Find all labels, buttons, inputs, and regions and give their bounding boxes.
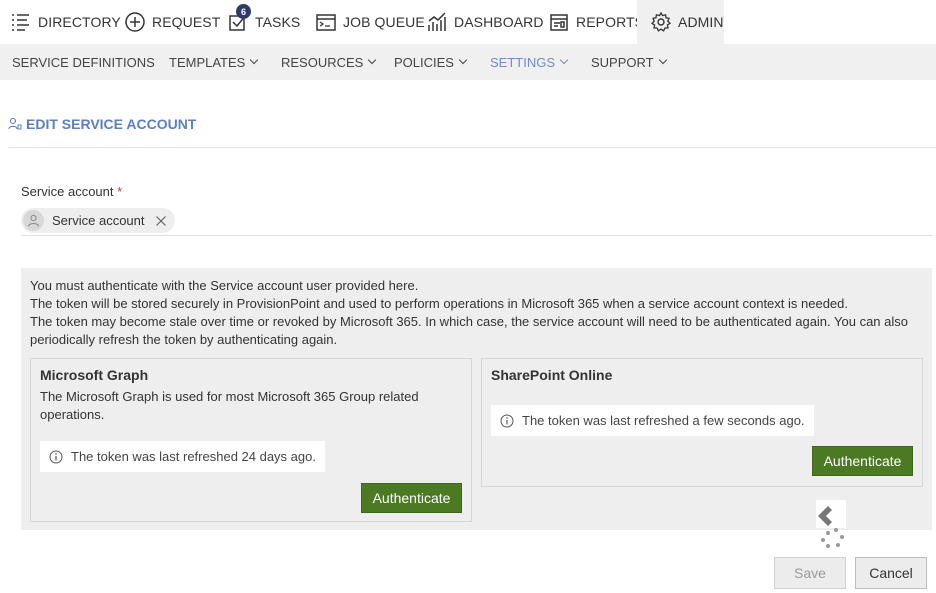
- sharepoint-online-card: SharePoint Online The token was last ref…: [481, 358, 923, 487]
- microsoft-graph-description: The Microsoft Graph is used for most Mic…: [40, 389, 419, 422]
- title-divider: [8, 147, 936, 148]
- microsoft-graph-token-text: The token was last refreshed 24 days ago…: [71, 449, 316, 464]
- plus-circle-icon: [125, 12, 145, 32]
- tasks-count-badge: 6: [236, 4, 251, 19]
- sharepoint-online-token-status: The token was last refreshed a few secon…: [491, 405, 814, 436]
- authentication-instructions: You must authenticate with the Service a…: [30, 277, 930, 349]
- subnav-resources[interactable]: RESOURCES: [281, 44, 377, 80]
- subnav-templates-label: TEMPLATES: [169, 54, 246, 70]
- nav-directory[interactable]: DIRECTORY: [10, 0, 121, 44]
- microsoft-graph-card: Microsoft Graph The Microsoft Graph is u…: [30, 358, 472, 522]
- subnav-support-label: SUPPORT: [591, 54, 654, 70]
- service-account-label: Service account *: [21, 184, 122, 199]
- user-key-icon: [8, 117, 22, 130]
- loading-spinner-icon: [816, 500, 846, 548]
- person-icon: [28, 214, 39, 227]
- sharepoint-online-authenticate-button[interactable]: Authenticate: [812, 446, 913, 476]
- nav-reports[interactable]: REPORTS: [548, 0, 644, 44]
- nav-request[interactable]: REQUEST: [124, 0, 220, 44]
- job-queue-icon: [316, 14, 336, 31]
- subnav-policies-label: POLICIES: [394, 54, 454, 70]
- subnav-policies[interactable]: POLICIES: [394, 44, 468, 80]
- microsoft-graph-token-status: The token was last refreshed 24 days ago…: [40, 441, 325, 472]
- nav-dashboard[interactable]: DASHBOARD: [426, 0, 544, 44]
- subnav-settings[interactable]: SETTINGS: [490, 44, 569, 80]
- subnav-settings-label: SETTINGS: [490, 54, 556, 70]
- directory-list-icon: [12, 14, 29, 31]
- subnav-service-definitions[interactable]: SERVICE DEFINITIONS: [12, 44, 155, 80]
- authentication-panel: You must authenticate with the Service a…: [21, 268, 932, 530]
- top-navigation: DIRECTORY REQUEST TASKS 6 JOB QUEUE DASH…: [0, 0, 936, 44]
- avatar: [23, 210, 44, 231]
- nav-dashboard-label: DASHBOARD: [454, 14, 544, 30]
- chevron-down-icon: [658, 55, 667, 65]
- dashboard-chart-icon: [428, 12, 446, 31]
- sharepoint-online-title: SharePoint Online: [491, 367, 613, 383]
- nav-request-label: REQUEST: [152, 14, 221, 30]
- page-title-text: EDIT SERVICE ACCOUNT: [26, 116, 197, 132]
- remove-close-icon[interactable]: [155, 215, 167, 227]
- sharepoint-online-token-text: The token was last refreshed a few secon…: [522, 413, 805, 428]
- subnav-service-definitions-label: SERVICE DEFINITIONS: [12, 54, 155, 70]
- nav-job-queue[interactable]: JOB QUEUE: [315, 0, 425, 44]
- required-marker: *: [117, 184, 123, 199]
- info-icon: [49, 450, 63, 463]
- nav-tasks-label: TASKS: [255, 14, 301, 30]
- field-underline: [21, 235, 932, 236]
- page-title: EDIT SERVICE ACCOUNT: [8, 116, 196, 132]
- chevron-down-icon: [458, 55, 468, 65]
- subnav-templates[interactable]: TEMPLATES: [169, 44, 259, 80]
- subnav-resources-label: RESOURCES: [281, 54, 364, 70]
- nav-admin-label: ADMIN: [678, 14, 724, 30]
- sub-navigation: SERVICE DEFINITIONS TEMPLATES RESOURCES …: [0, 44, 936, 80]
- save-button[interactable]: Save: [774, 557, 846, 589]
- instruction-line-1: You must authenticate with the Service a…: [30, 278, 419, 293]
- instruction-line-3: The token may become stale over time or …: [30, 314, 908, 347]
- nav-directory-label: DIRECTORY: [38, 14, 121, 30]
- service-account-label-text: Service account: [21, 184, 114, 199]
- microsoft-graph-authenticate-button[interactable]: Authenticate: [361, 483, 462, 513]
- instruction-line-2: The token will be stored securely in Pro…: [30, 296, 848, 311]
- service-account-value: Service account: [52, 213, 145, 228]
- reports-icon: [550, 14, 568, 31]
- subnav-support[interactable]: SUPPORT: [591, 44, 667, 80]
- info-icon: [500, 414, 514, 427]
- nav-reports-label: REPORTS: [576, 14, 645, 30]
- chevron-down-icon: [368, 55, 377, 65]
- chevron-down-icon: [250, 55, 259, 65]
- chevron-down-icon: [559, 55, 569, 65]
- microsoft-graph-title: Microsoft Graph: [40, 367, 149, 383]
- nav-admin[interactable]: ADMIN: [637, 0, 724, 44]
- service-account-pill[interactable]: Service account: [21, 208, 175, 233]
- gear-icon: [650, 11, 672, 32]
- nav-job-queue-label: JOB QUEUE: [343, 14, 425, 30]
- cancel-button[interactable]: Cancel: [855, 557, 927, 589]
